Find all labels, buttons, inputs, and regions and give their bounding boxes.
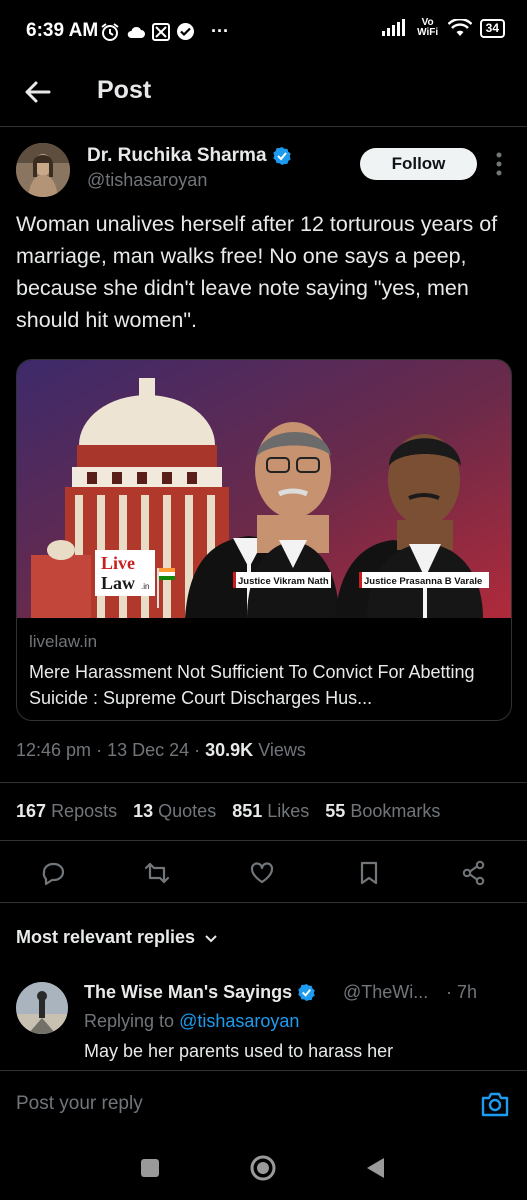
- logo-text-suffix: .in: [141, 582, 149, 591]
- author-name-text: Dr. Ruchika Sharma: [87, 145, 267, 166]
- like-heart-icon[interactable]: [248, 859, 276, 887]
- home-icon[interactable]: [249, 1154, 277, 1182]
- reply-icon[interactable]: [39, 859, 67, 887]
- post-date: 13 Dec 24: [107, 740, 190, 760]
- share-icon[interactable]: [460, 859, 488, 887]
- likes-label: Likes: [267, 801, 310, 821]
- vowifi-indicator: Vo WiFi: [417, 17, 439, 38]
- quotes-label: Quotes: [158, 801, 217, 821]
- card-title: Mere Harassment Not Sufficient To Convic…: [29, 662, 475, 708]
- camera-icon[interactable]: [480, 1090, 510, 1118]
- reposts-label: Reposts: [51, 801, 118, 821]
- bookmarks-stat[interactable]: 55 Bookmarks: [325, 801, 440, 822]
- reply-author-name[interactable]: The Wise Man's Sayings: [84, 982, 316, 1003]
- card-image: Live Law .in Justice Vikram Nath Justice…: [17, 360, 511, 618]
- reply-author-handle[interactable]: @TheWi...: [343, 982, 428, 1003]
- post-meta: 12:46 pm · 13 Dec 24 · 30.9K Views: [16, 740, 306, 760]
- reply-avatar[interactable]: [16, 982, 68, 1034]
- verified-badge-icon: [298, 983, 315, 1002]
- header-divider: [0, 126, 527, 127]
- views-count: 30.9K: [205, 740, 254, 760]
- logo-text-live: Live: [101, 553, 135, 573]
- reposts-count: 167: [16, 801, 47, 821]
- post-action-bar: [0, 853, 527, 893]
- reply-avatar-image: [16, 982, 68, 1034]
- status-more-icon: ···: [211, 21, 229, 41]
- verified-badge-icon: [272, 147, 291, 165]
- bookmark-icon[interactable]: [355, 859, 383, 887]
- reply-time: · 7h: [446, 982, 478, 1002]
- back-arrow-icon[interactable]: [22, 76, 54, 108]
- reply-text: May be her parents used to harass her: [84, 1041, 394, 1061]
- reply-input[interactable]: Post your reply: [16, 1093, 143, 1115]
- post-time: 12:46 pm: [16, 740, 92, 760]
- back-triangle-icon[interactable]: [362, 1154, 390, 1182]
- more-options-icon[interactable]: [485, 150, 513, 178]
- author-name[interactable]: Dr. Ruchika Sharma: [87, 145, 292, 167]
- bookmarks-count: 55: [325, 801, 346, 821]
- status-notification-icons: ···: [100, 21, 229, 42]
- wifi-icon: [447, 19, 472, 36]
- likes-stat[interactable]: 851 Likes: [232, 801, 309, 822]
- top-app-bar: Post: [0, 62, 527, 124]
- author-handle[interactable]: @tishasaroyan: [87, 170, 207, 191]
- judge1-name-label: Justice Vikram Nath: [238, 576, 329, 587]
- replying-to: Replying to @tishasaroyan: [84, 1011, 299, 1032]
- bookmarks-label: Bookmarks: [350, 801, 441, 821]
- replying-to-handle[interactable]: @tishasaroyan: [179, 1011, 299, 1031]
- system-navigation-bar: [0, 1136, 527, 1200]
- status-bar: 6:39 AM ··· Vo WiFi 34: [0, 0, 527, 62]
- likes-count: 851: [232, 801, 263, 821]
- logo-text-law: Law: [101, 573, 135, 593]
- reply-author-name-text: The Wise Man's Sayings: [84, 982, 293, 1002]
- chevron-down-icon: [205, 934, 217, 942]
- replies-sort-dropdown[interactable]: Most relevant replies: [16, 927, 219, 948]
- battery-indicator: 34: [479, 18, 505, 38]
- reposts-stat[interactable]: 167 Reposts: [16, 801, 117, 822]
- quotes-stat[interactable]: 13 Quotes: [133, 801, 216, 822]
- author-avatar-image: [16, 143, 70, 197]
- views-label: Views: [258, 740, 306, 760]
- link-preview-card[interactable]: Live Law .in Justice Vikram Nath Justice…: [16, 359, 512, 721]
- app-notification-icon: [152, 22, 170, 41]
- judge2-name-label: Justice Prasanna B Varale: [364, 576, 482, 587]
- alarm-icon: [101, 22, 119, 41]
- stats-divider: [0, 840, 527, 841]
- author-avatar[interactable]: [16, 143, 70, 197]
- signal-icon: [381, 19, 405, 36]
- check-badge-icon: [177, 23, 194, 40]
- replying-to-prefix: Replying to: [84, 1011, 175, 1031]
- repost-icon[interactable]: [143, 859, 171, 887]
- reply-compose-bar: Post your reply: [0, 1070, 527, 1136]
- recent-apps-icon[interactable]: [136, 1154, 164, 1182]
- follow-button[interactable]: Follow: [360, 148, 477, 180]
- engagement-stats: 167 Reposts 13 Quotes 851 Likes 55 Bookm…: [16, 801, 440, 822]
- card-domain: livelaw.in: [29, 632, 98, 651]
- quotes-count: 13: [133, 801, 154, 821]
- meta-divider: [0, 782, 527, 783]
- actions-divider: [0, 902, 527, 903]
- cloud-icon: [127, 26, 145, 38]
- page-title: Post: [97, 76, 152, 104]
- replies-heading: Most relevant replies: [16, 927, 196, 947]
- status-time: 6:39 AM: [26, 20, 99, 41]
- post-text: Woman unalives herself after 12 torturou…: [16, 212, 498, 332]
